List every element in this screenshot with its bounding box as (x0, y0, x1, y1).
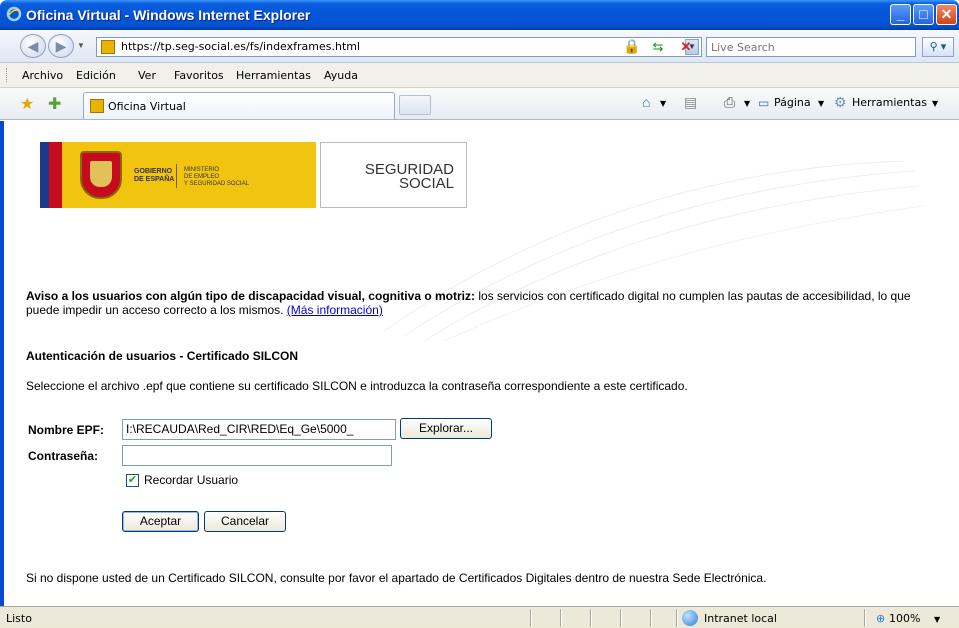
status-divider (590, 609, 592, 627)
print-dropdown-icon[interactable]: ▼ (744, 99, 750, 108)
status-text: Listo (6, 612, 32, 625)
instructions-text: Seleccione el archivo .epf que contiene … (26, 379, 688, 393)
tools-menu[interactable]: Herramientas (852, 96, 927, 109)
menu-ayuda[interactable]: Ayuda (324, 69, 358, 82)
search-input[interactable] (707, 38, 907, 56)
minimize-icon: _ (896, 6, 905, 22)
gobierno-banner: GOBIERNO DE ESPAÑA MINISTERIO DE EMPLEO … (40, 142, 316, 208)
password-field[interactable] (122, 445, 392, 466)
check-icon: ✔ (127, 474, 138, 486)
more-info-link[interactable]: (Más información) (287, 303, 383, 317)
minimize-button[interactable]: _ (890, 4, 911, 25)
gobierno-text: GOBIERNO DE ESPAÑA (134, 168, 175, 183)
menu-grip (6, 68, 8, 82)
back-arrow-icon: ◀ (27, 38, 39, 54)
favorites-star-icon[interactable]: ★ (20, 94, 34, 114)
address-url[interactable]: https://tp.seg-social.es/fs/indexframes.… (121, 40, 360, 53)
status-divider (530, 609, 532, 627)
accept-button[interactable]: Aceptar (122, 511, 199, 532)
page-dropdown-icon[interactable]: ▼ (818, 99, 824, 108)
status-divider (676, 609, 678, 627)
history-dropdown-icon[interactable]: ▼ (77, 41, 85, 50)
coat-of-arms-icon (80, 151, 122, 199)
menu-favoritos[interactable]: Favoritos (174, 69, 224, 82)
menu-herramientas[interactable]: Herramientas (236, 69, 311, 82)
remember-user-checkbox[interactable]: ✔ (126, 474, 139, 487)
stop-icon[interactable]: ✕ (676, 38, 696, 56)
search-field[interactable] (706, 37, 916, 57)
address-toolbar: ◀ ▶ ▼ https://tp.seg-social.es/fs/indexf… (0, 30, 959, 63)
accessibility-notice: Aviso a los usuarios con algún tipo de d… (26, 289, 946, 317)
status-bar: Listo Intranet local ⊕ 100% ▼ (0, 606, 959, 628)
eu-flag-icon (40, 142, 62, 208)
lock-icon[interactable]: 🔒 (622, 38, 642, 56)
tab-oficina-virtual[interactable]: Oficina Virtual (83, 92, 395, 119)
password-label: Contraseña: (28, 449, 99, 463)
home-dropdown-icon[interactable]: ▼ (660, 99, 666, 108)
add-favorites-icon[interactable]: ✚ (48, 94, 61, 114)
search-icon: ⚲ ▾ (929, 41, 947, 53)
gear-icon: ⚙ (834, 94, 847, 110)
ministerio-text: MINISTERIO DE EMPLEO Y SEGURIDAD SOCIAL (184, 167, 249, 187)
status-divider (650, 609, 652, 627)
close-icon: ✕ (940, 6, 953, 22)
back-button[interactable]: ◀ (20, 34, 46, 58)
forward-arrow-icon: ▶ (55, 38, 67, 54)
page-icon: ▭ (758, 96, 770, 110)
tab-bar: ★ ✚ Oficina Virtual ⌂ ▼ ▤ ⎙ ▼ ▭ Página ▼… (0, 88, 959, 120)
tools-dropdown-icon[interactable]: ▼ (932, 99, 938, 108)
search-button[interactable]: ⚲ ▾ (922, 37, 954, 57)
menu-ver[interactable]: Ver (138, 69, 156, 82)
refresh-icon[interactable]: ⇆ (648, 38, 668, 56)
status-divider (864, 609, 866, 627)
maximize-button[interactable]: □ (913, 4, 934, 25)
title-bar: Oficina Virtual - Windows Internet Explo… (0, 0, 959, 30)
status-divider (560, 609, 562, 627)
feeds-icon[interactable]: ▤ (684, 94, 697, 111)
ie-logo-icon (6, 6, 22, 22)
epf-label: Nombre EPF: (28, 423, 105, 437)
menu-archivo[interactable]: Archivo (22, 69, 63, 82)
remember-user-label[interactable]: Recordar Usuario (144, 473, 238, 487)
home-icon[interactable]: ⌂ (642, 94, 650, 110)
zoom-icon: ⊕ (876, 612, 886, 625)
status-divider (620, 609, 622, 627)
notice-bold: Aviso a los usuarios con algún tipo de d… (26, 289, 475, 303)
print-icon[interactable]: ⎙ (724, 94, 735, 111)
menu-bar: Archivo Edición Ver Favoritos Herramient… (0, 63, 959, 88)
footer-text: Si no dispone usted de un Certificado SI… (26, 571, 767, 585)
address-input[interactable]: https://tp.seg-social.es/fs/indexframes.… (96, 37, 702, 57)
browse-button[interactable]: Explorar... (400, 418, 492, 439)
new-tab-button[interactable] (399, 95, 431, 115)
zoom-dropdown-icon[interactable]: ▼ (934, 615, 940, 624)
intranet-globe-icon (682, 610, 698, 626)
tab-favicon-icon (90, 99, 104, 113)
page-menu[interactable]: Página (774, 96, 811, 109)
auth-heading: Autenticación de usuarios - Certificado … (26, 349, 299, 363)
page-content: GOBIERNO DE ESPAÑA MINISTERIO DE EMPLEO … (0, 121, 959, 606)
window-title: Oficina Virtual - Windows Internet Explo… (26, 7, 311, 23)
tab-label: Oficina Virtual (108, 100, 186, 113)
close-button[interactable]: ✕ (936, 4, 957, 25)
site-favicon-icon (101, 40, 115, 54)
epf-field[interactable]: I:\RECAUDA\Red_CIR\RED\Eq_Ge\5000_ (122, 419, 396, 440)
cancel-button[interactable]: Cancelar (204, 511, 286, 532)
maximize-icon: □ (919, 6, 928, 22)
forward-button[interactable]: ▶ (48, 34, 74, 58)
security-zone[interactable]: Intranet local (704, 612, 777, 625)
zoom-level[interactable]: 100% (889, 612, 920, 625)
banner-divider (176, 164, 177, 188)
menu-edicion[interactable]: Edición (76, 69, 116, 82)
